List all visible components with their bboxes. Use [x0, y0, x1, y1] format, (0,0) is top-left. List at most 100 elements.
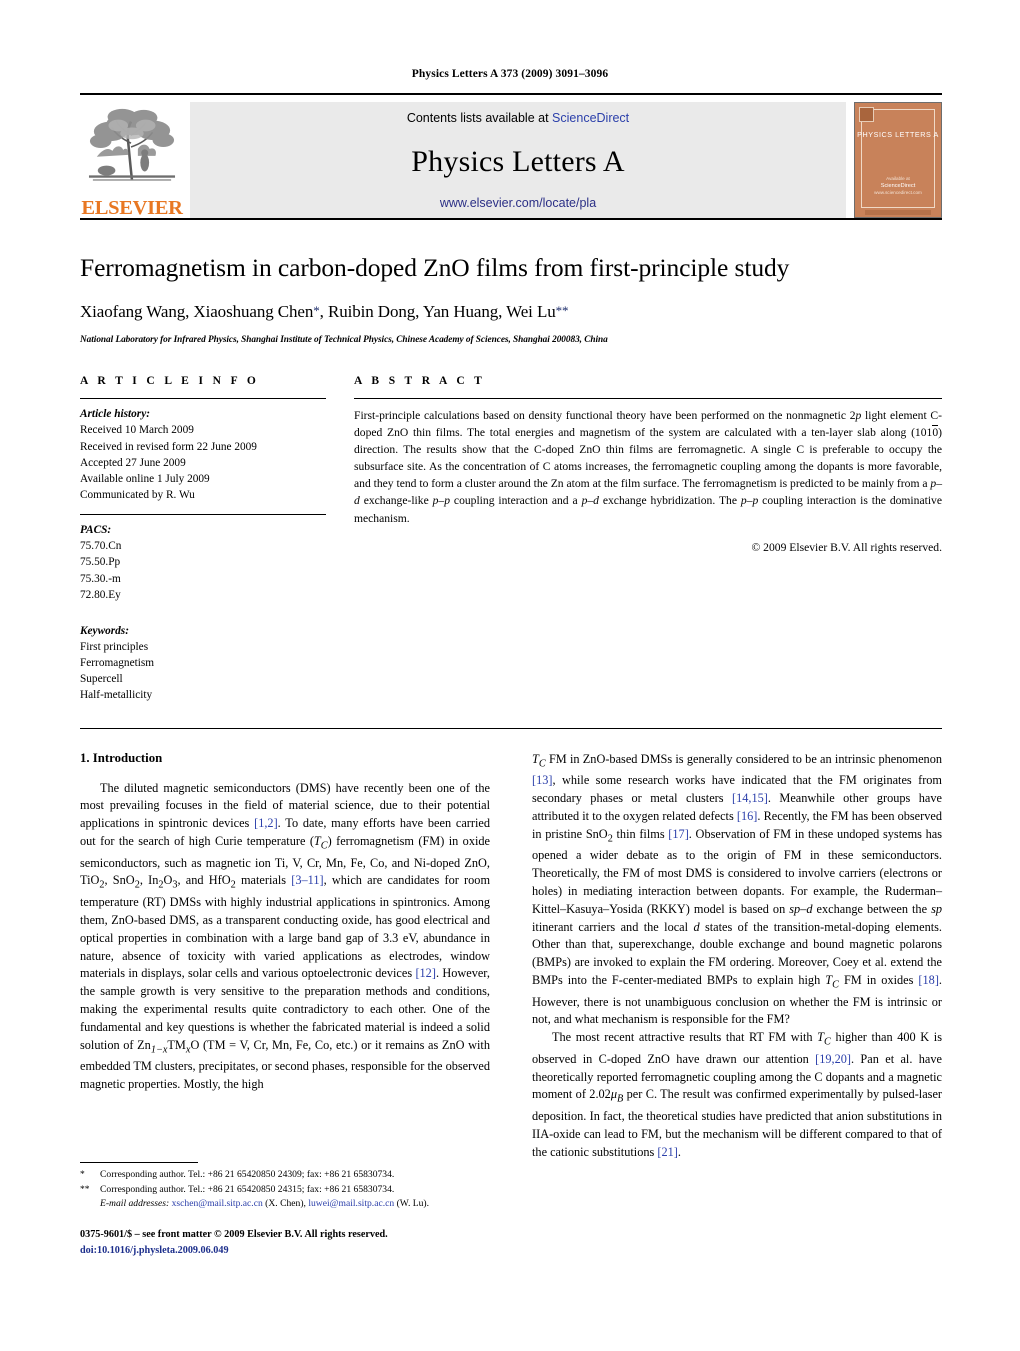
- journal-cover-thumbnail[interactable]: PHYSICS LETTERS A Available at ScienceDi…: [854, 102, 942, 218]
- abstract-pp-1: p–p: [432, 494, 451, 508]
- citation-link[interactable]: [12]: [415, 966, 436, 980]
- cover-footer-bar: [865, 210, 931, 215]
- footnote-rule: [80, 1162, 198, 1163]
- email-link-1[interactable]: xschen@mail.sitp.ac.cn: [172, 1198, 263, 1209]
- abstract-copyright: © 2009 Elsevier B.V. All rights reserved…: [751, 540, 942, 554]
- email-owner-2: (W. Lu).: [396, 1198, 430, 1210]
- masthead-bottom-rule: [80, 218, 942, 220]
- abstract-pp-2: p–p: [740, 494, 759, 508]
- history-item: Communicated by R. Wu: [80, 489, 195, 502]
- paragraph-intro-2: TC FM in ZnO-based DMSs is generally con…: [532, 751, 942, 1030]
- abstract-column: A B S T R A C T First-principle calculat…: [354, 375, 942, 554]
- footnote-row-1: * Corresponding author. Tel.: +86 21 654…: [80, 1168, 492, 1183]
- journal-banner: Contents lists available at ScienceDirec…: [190, 102, 846, 218]
- seg: , SnO: [104, 873, 135, 888]
- citation-link[interactable]: [13]: [532, 773, 553, 787]
- seg: , In: [139, 873, 159, 888]
- contents-available-line: Contents lists available at ScienceDirec…: [407, 111, 629, 125]
- journal-url-link[interactable]: www.elsevier.com/locate/pla: [440, 196, 596, 210]
- seg: exchange between the: [812, 901, 932, 916]
- cover-line2: ScienceDirect: [880, 183, 916, 190]
- seg: materials: [235, 873, 292, 888]
- history-item: Received in revised form 22 June 2009: [80, 440, 257, 453]
- symbol-tc: T: [817, 1030, 825, 1045]
- author-list: Xiaofang Wang, Xiaoshuang Chen*, Ruibin …: [80, 302, 942, 322]
- footnote-marker-1: *: [80, 1170, 85, 1180]
- section-heading-introduction: 1. Introduction: [80, 750, 163, 765]
- keyword-item: Supercell: [80, 673, 123, 686]
- article-info-heading: A R T I C L E I N F O: [80, 375, 260, 388]
- symbol-tc-sub: C: [832, 979, 839, 991]
- title-block: Ferromagnetism in carbon-doped ZnO films…: [80, 253, 942, 345]
- citation-link[interactable]: [16]: [737, 809, 758, 823]
- email-label: E-mail addresses:: [100, 1198, 170, 1210]
- footnote-row-2: ** Corresponding author. Tel.: +86 21 65…: [80, 1183, 492, 1198]
- journal-masthead: ELSEVIER Contents lists available at Sci…: [80, 93, 942, 218]
- pacs-item: 72.80.Ey: [80, 588, 121, 601]
- pacs-item: 75.30.-m: [80, 572, 121, 585]
- authors-part2: , Ruibin Dong, Yan Huang, Wei Lu: [319, 302, 556, 322]
- seg: , and HfO: [177, 873, 231, 888]
- cover-line3: www.sciencedirect.com: [874, 190, 922, 196]
- journal-title: Physics Letters A: [411, 144, 625, 178]
- abstract-pd-2: p–d: [581, 494, 599, 508]
- symbol-tc: T: [532, 751, 539, 766]
- doi-link[interactable]: doi:10.1016/j.physleta.2009.06.049: [80, 1243, 492, 1259]
- history-item: Received 10 March 2009: [80, 424, 194, 437]
- page-title: Ferromagnetism in carbon-doped ZnO films…: [80, 253, 790, 282]
- symbol-tc-sub: C: [320, 840, 328, 852]
- citation-link[interactable]: [21]: [657, 1145, 678, 1159]
- seg: The most recent attractive results that …: [552, 1030, 818, 1045]
- footnote-text-2: Corresponding author. Tel.: +86 21 65420…: [100, 1183, 395, 1195]
- symbol-tc-sub: C: [538, 758, 546, 770]
- running-head: Physics Letters A 373 (2009) 3091–3096: [411, 68, 609, 80]
- info-abstract-row: A R T I C L E I N F O Article history: R…: [80, 375, 942, 703]
- paragraph-intro-3: The most recent attractive results that …: [532, 1029, 942, 1161]
- cover-title: PHYSICS LETTERS A: [857, 130, 939, 139]
- symbol-tc-sub: C: [824, 1036, 831, 1048]
- seg: TM: [167, 1037, 186, 1052]
- seg: FM in ZnO-based DMSs is generally consid…: [545, 751, 942, 766]
- citation-link[interactable]: [1,2]: [254, 816, 278, 830]
- seg: .: [677, 1144, 681, 1159]
- authors-part1: Xiaofang Wang, Xiaoshuang Chen: [80, 302, 314, 322]
- keyword-item: Ferromagnetism: [80, 657, 155, 670]
- affiliation: National Laboratory for Infrared Physics…: [80, 335, 608, 346]
- citation-link[interactable]: [17]: [668, 827, 689, 841]
- seg: thin films: [612, 826, 669, 841]
- abstract-divider: [354, 398, 942, 400]
- cover-line1: Available at: [886, 175, 910, 181]
- body-columns: 1. Introduction The diluted magnetic sem…: [80, 751, 942, 1162]
- sciencedirect-link[interactable]: ScienceDirect: [552, 111, 629, 125]
- citation-link[interactable]: [18]: [918, 973, 939, 987]
- article-info-column: A R T I C L E I N F O Article history: R…: [80, 375, 326, 703]
- history-item: Available online 1 July 2009: [80, 472, 210, 485]
- keyword-item: First principles: [80, 641, 149, 653]
- pacs-label: PACS:: [80, 524, 112, 537]
- citation-link[interactable]: [3–11]: [291, 873, 323, 887]
- abstract-seg: First-principle calculations based on de…: [354, 409, 856, 423]
- keyword-item: Half-metallicity: [80, 689, 153, 702]
- corresponding-marker-2[interactable]: **: [556, 303, 569, 318]
- email-owner-1: (X. Chen),: [265, 1198, 306, 1210]
- front-matter-line: 0375-9601/$ – see front matter © 2009 El…: [80, 1228, 388, 1240]
- article-history-label: Article history:: [80, 408, 150, 421]
- article-history-group: Article history: Received 10 March 2009 …: [80, 406, 326, 503]
- footnote-block: * Corresponding author. Tel.: +86 21 654…: [80, 1162, 492, 1259]
- keywords-group: Keywords: First principles Ferromagnetis…: [80, 623, 326, 704]
- pacs-item: 75.50.Pp: [80, 556, 121, 569]
- abstract-seg: exchange hybridization. The: [598, 494, 741, 508]
- pacs-item: 75.70.Cn: [80, 540, 122, 553]
- right-column: TC FM in ZnO-based DMSs is generally con…: [532, 751, 942, 1162]
- elsevier-tree-icon: [83, 104, 181, 192]
- citation-link[interactable]: [14,15]: [732, 791, 768, 805]
- info-divider-2: [80, 514, 326, 516]
- abstract-text: First-principle calculations based on de…: [354, 407, 942, 526]
- email-link-2[interactable]: luwei@mail.sitp.ac.cn: [308, 1198, 394, 1209]
- footnote-marker-2: **: [80, 1184, 90, 1195]
- citation-link[interactable]: [19,20]: [815, 1052, 851, 1066]
- cover-logo-icon: [859, 107, 874, 122]
- cover-footer-text: Available at ScienceDirect www.sciencedi…: [855, 176, 941, 197]
- info-divider-1: [80, 398, 326, 400]
